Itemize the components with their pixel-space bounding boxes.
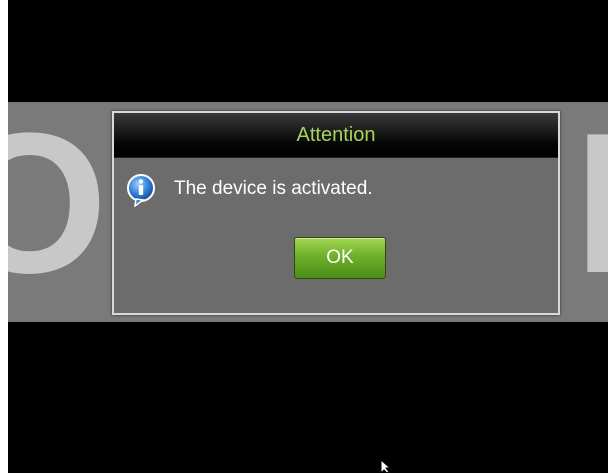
banner-letter-left: O [8, 102, 108, 315]
dialog-title: Attention [296, 124, 376, 146]
attention-dialog: Attention The device is activated. OK [112, 111, 560, 315]
dialog-message: The device is activated. [174, 178, 373, 199]
ok-button[interactable]: OK [294, 237, 386, 279]
dialog-titlebar: Attention [114, 113, 558, 158]
screen: O N Attention The device is activated. O… [8, 0, 608, 473]
mouse-cursor-icon [380, 460, 392, 473]
banner-letter-right: N [574, 104, 608, 304]
info-icon [127, 174, 155, 207]
